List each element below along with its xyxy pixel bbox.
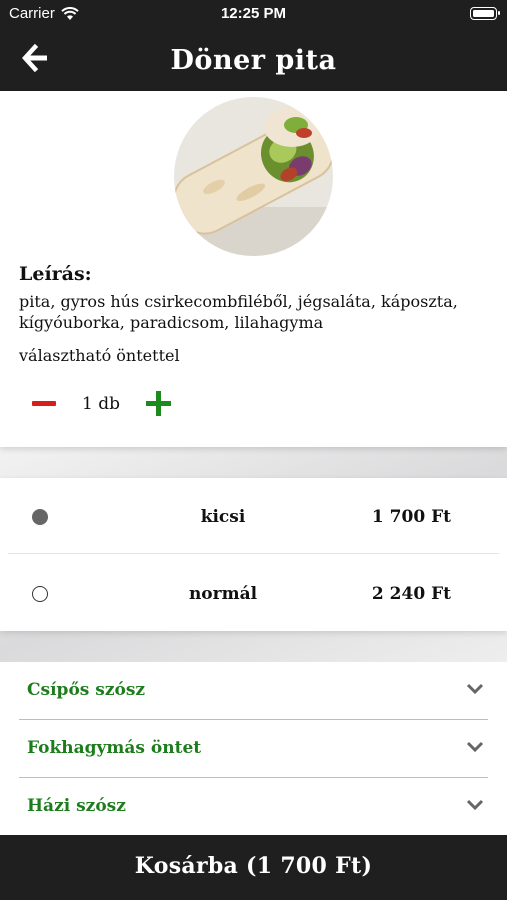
product-card: Leírás: pita, gyros hús csirkecombfilébő… [0,91,507,447]
sauce-dropdown-hazi[interactable]: Házi szósz [19,778,488,836]
size-price: 1 700 Ft [371,507,451,527]
decrease-quantity-button[interactable] [30,391,58,417]
size-option-normal[interactable]: normál 2 240 Ft [8,555,499,631]
wrap-food-photo [174,97,333,256]
sauce-dropdown-csipos[interactable]: Csípős szósz [19,662,488,720]
battery-icon [470,7,500,20]
size-name: kicsi [200,507,246,527]
sauce-dropdown-fokhagymas[interactable]: Fokhagymás öntet [19,720,488,778]
sauce-label: Csípős szósz [27,680,146,700]
sauce-label: Fokhagymás öntet [27,738,202,758]
sauce-label: Házi szósz [27,796,126,816]
size-name: normál [188,584,258,604]
size-price: 2 240 Ft [371,584,451,604]
header-bar: Carrier 12:25 PM Döner pita [0,0,507,91]
product-image [174,97,333,256]
add-to-cart-label: Kosárba (1 700 Ft) [134,853,373,879]
page-title: Döner pita [170,45,337,76]
size-options-card: kicsi 1 700 Ft normál 2 240 Ft [0,478,507,631]
status-time: 12:25 PM [220,5,287,22]
increase-quantity-button[interactable] [146,391,172,417]
description-extra: választható öntettel [19,346,180,365]
sauce-options-card: Csípős szósz Fokhagymás öntet Házi szósz [0,662,507,840]
quantity-value: 1 db [82,394,120,414]
chevron-down-icon [466,683,484,695]
add-to-cart-button[interactable]: Kosárba (1 700 Ft) [0,835,507,900]
status-bar: Carrier 12:25 PM [0,5,507,25]
size-option-kicsi[interactable]: kicsi 1 700 Ft [8,478,499,554]
chevron-down-icon [466,799,484,811]
description-title: Leírás: [19,263,92,285]
chevron-down-icon [466,741,484,753]
radio-selected-icon[interactable] [32,509,48,525]
description-text: pita, gyros hús csirkecombfiléből, jégsa… [19,292,458,332]
radio-unselected-icon[interactable] [32,586,48,602]
